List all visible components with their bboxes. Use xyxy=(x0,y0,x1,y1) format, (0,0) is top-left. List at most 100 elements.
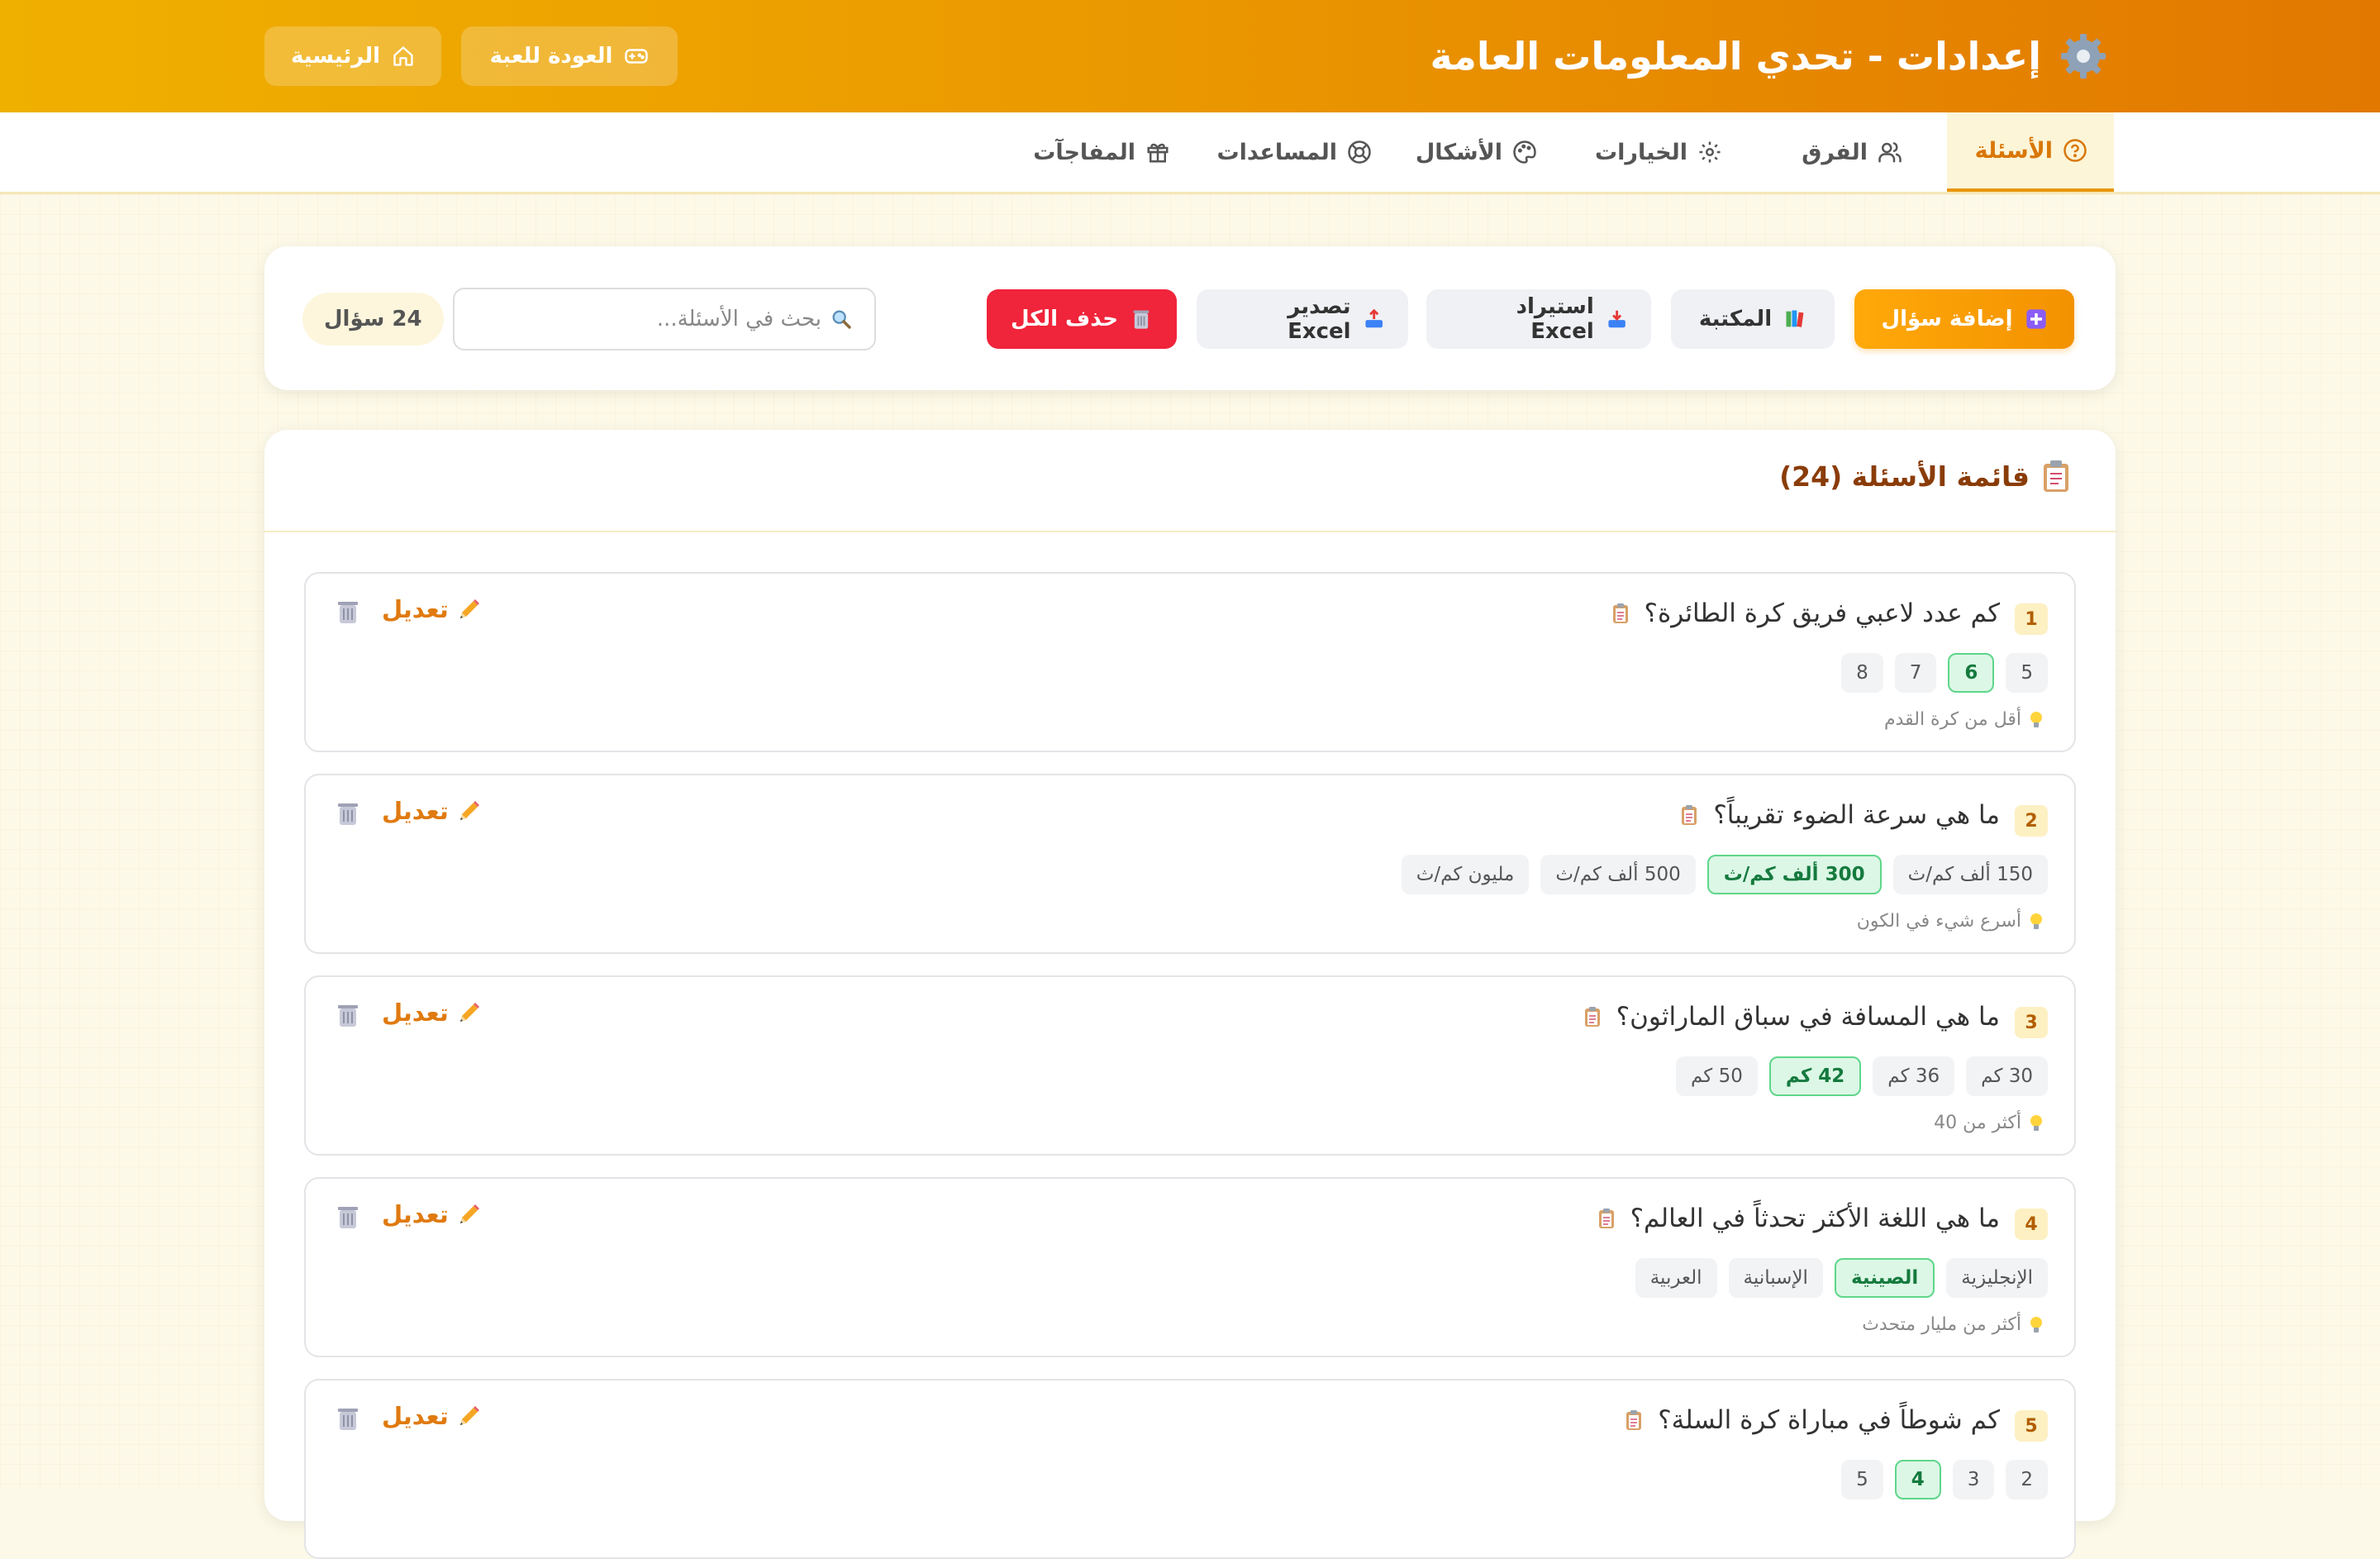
tab-label: الفرق xyxy=(1802,139,1868,165)
hint-text: أكثر من 40 xyxy=(1934,1113,2021,1133)
question-text: ما هي اللغة الأكثر تحدثاً في العالم؟ xyxy=(1630,1204,2000,1233)
search-icon xyxy=(832,310,851,329)
question-text-row: ما هي المسافة في سباق الماراثون؟ xyxy=(1583,1002,2000,1032)
question-number: 2 xyxy=(2015,805,2048,837)
correct-option: الصينية xyxy=(1834,1258,1935,1298)
plus-icon xyxy=(2025,309,2046,329)
tab-teams[interactable]: الفرق xyxy=(1775,112,1929,192)
question-text: كم عدد لاعبي فريق كرة الطائرة؟ xyxy=(1644,598,2000,628)
option: 5 xyxy=(2006,653,2048,693)
edit-label: تعديل xyxy=(382,797,449,825)
question-text-row: ما هي سرعة الضوء تقريباً؟ xyxy=(1680,800,2000,830)
options-row: 150 ألف كم/ث 300 ألف كم/ث 500 ألف كم/ث مليو… xyxy=(1401,855,2048,894)
clipboard-icon xyxy=(1682,805,1697,825)
option: 500 ألف كم/ث xyxy=(1540,855,1696,894)
correct-option: 300 ألف كم/ث xyxy=(1706,855,1882,894)
tab-questions[interactable]: الأسئلة xyxy=(1947,112,2114,192)
palette-icon xyxy=(1513,141,1536,164)
back-to-game-button[interactable]: العودة للعبة xyxy=(461,26,678,86)
question-text: كم شوطاً في مباراة كرة السلة؟ xyxy=(1658,1405,2000,1435)
clipboard-icon xyxy=(1612,603,1628,623)
gift-icon xyxy=(1147,143,1169,163)
add-question-label: إضافة سؤال xyxy=(1881,307,2013,331)
delete-trash-icon[interactable] xyxy=(336,800,360,827)
options-row: 2345 xyxy=(1841,1460,2048,1499)
clipboard-icon xyxy=(1626,1410,1642,1430)
import-excel-button[interactable]: استيراد Excel xyxy=(1426,289,1651,349)
correct-option: 4 xyxy=(1894,1460,1941,1499)
question-card: 1 كم عدد لاعبي فريق كرة الطائرة؟ 5 6 7 8 أقل م… xyxy=(304,572,2076,752)
search-placeholder: بحث في الأسئلة... xyxy=(656,307,821,331)
edit-button[interactable]: تعديل xyxy=(382,595,482,623)
library-label: المكتبة xyxy=(1698,307,1773,331)
option: 30 كم xyxy=(1966,1056,2048,1096)
option: العربية xyxy=(1635,1258,1717,1298)
question-text: ما هي سرعة الضوء تقريباً؟ xyxy=(1713,800,2000,830)
home-button[interactable]: الرئيسية xyxy=(264,26,441,86)
option: 150 ألف كم/ث xyxy=(1892,855,2048,894)
settings-tabs: الأسئلة الفرق الخيارات الأشكال المساعدات… xyxy=(0,112,2380,194)
library-button[interactable]: المكتبة xyxy=(1671,289,1835,349)
delete-trash-icon[interactable] xyxy=(336,598,360,625)
delete-all-button[interactable]: حذف الكل xyxy=(987,289,1177,349)
gear-emoji-icon xyxy=(2061,34,2106,79)
delete-trash-icon[interactable] xyxy=(336,1405,360,1432)
import-excel-label: استيراد Excel xyxy=(1516,294,1594,344)
clipboard-icon xyxy=(2044,460,2068,492)
correct-option: 42 كم xyxy=(1768,1056,1862,1096)
delete-trash-icon[interactable] xyxy=(336,1002,360,1028)
pencil-icon xyxy=(459,1204,479,1223)
edit-label: تعديل xyxy=(382,1200,449,1228)
hint-text: أكثر من مليار متحدث xyxy=(1862,1314,2021,1335)
edit-button[interactable]: تعديل xyxy=(382,1200,482,1228)
hint-row: أكثر من 40 xyxy=(1934,1113,2044,1133)
lightbulb-icon xyxy=(2030,711,2042,727)
page-title-text: إعدادات - تحدي المعلومات العامة xyxy=(1430,34,2041,79)
users-icon xyxy=(1878,142,1902,163)
page-title: إعدادات - تحدي المعلومات العامة xyxy=(1430,0,2107,112)
lightbulb-icon xyxy=(2030,913,2042,929)
pencil-icon xyxy=(459,599,479,618)
home-label: الرئيسية xyxy=(291,44,381,69)
hint-text: أقل من كرة القدم xyxy=(1883,709,2021,730)
tab-label: الخيارات xyxy=(1595,139,1687,165)
option: 3 xyxy=(1952,1460,1995,1499)
tab-label: الأشكال xyxy=(1415,139,1502,165)
home-icon xyxy=(393,46,413,66)
options-row: 5678 xyxy=(1841,653,2048,693)
delete-all-label: حذف الكل xyxy=(1011,307,1119,331)
edit-button[interactable]: تعديل xyxy=(382,797,482,825)
inbox-tray-icon xyxy=(1608,310,1626,328)
export-excel-button[interactable]: تصدير Excel xyxy=(1197,289,1408,349)
outbox-tray-icon xyxy=(1365,308,1383,328)
tab-options[interactable]: الخيارات xyxy=(1568,112,1749,192)
option: 2 xyxy=(2006,1460,2048,1499)
question-card: 4 ما هي اللغة الأكثر تحدثاً في العالم؟ الإ… xyxy=(304,1177,2076,1357)
question-text-row: كم شوطاً في مباراة كرة السلة؟ xyxy=(1625,1405,2000,1435)
option: الإنجليزية xyxy=(1946,1258,2048,1298)
hint-row: أقل من كرة القدم xyxy=(1884,709,2044,730)
question-count-badge: 24 سؤال xyxy=(302,293,444,346)
tab-label: المفاجآت xyxy=(1033,139,1135,165)
correct-option: 6 xyxy=(1948,653,1995,693)
question-text-row: كم عدد لاعبي فريق كرة الطائرة؟ xyxy=(1611,598,2000,628)
tab-helpers[interactable]: المساعدات xyxy=(1190,112,1398,192)
panel-header: قائمة الأسئلة (24) xyxy=(264,430,2116,532)
delete-trash-icon[interactable] xyxy=(336,1204,360,1230)
add-question-button[interactable]: إضافة سؤال xyxy=(1854,289,2074,349)
question-text-row: ما هي اللغة الأكثر تحدثاً في العالم؟ xyxy=(1597,1204,2000,1233)
tab-shapes[interactable]: الأشكال xyxy=(1389,112,1564,192)
top-header: إعدادات - تحدي المعلومات العامة العودة ل… xyxy=(0,0,2380,112)
questions-toolbar: إضافة سؤال المكتبة استيراد Excel تصدير E… xyxy=(264,246,2116,390)
hint-text: أسرع شيء في الكون xyxy=(1856,911,2021,932)
tab-surprises[interactable]: المفاجآت xyxy=(1007,112,1197,192)
question-card: 2 ما هي سرعة الضوء تقريباً؟ 150 ألف كم/ث 30… xyxy=(304,774,2076,954)
edit-button[interactable]: تعديل xyxy=(382,1402,482,1430)
hint-row: أسرع شيء في الكون xyxy=(1857,911,2044,932)
edit-button[interactable]: تعديل xyxy=(382,999,482,1027)
question-card: 3 ما هي المسافة في سباق الماراثون؟ 30 كم 36… xyxy=(304,975,2076,1156)
option: مليون كم/ث xyxy=(1401,855,1530,894)
hint-row: أكثر من مليار متحدث xyxy=(1862,1314,2044,1335)
question-number: 1 xyxy=(2015,603,2048,635)
search-input[interactable]: بحث في الأسئلة... xyxy=(453,288,876,350)
